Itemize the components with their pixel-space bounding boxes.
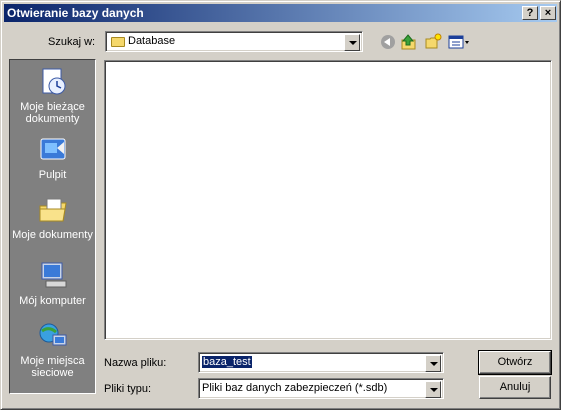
place-my-documents[interactable]: Moje dokumenty <box>10 194 95 241</box>
my-computer-icon <box>37 260 69 292</box>
place-recent-documents[interactable]: Moje bieżące dokumenty <box>10 66 95 125</box>
look-in-value: Database <box>128 35 176 47</box>
place-my-computer[interactable]: Mój komputer <box>10 260 95 307</box>
chevron-down-icon[interactable] <box>425 381 441 398</box>
network-places-icon <box>37 320 69 352</box>
folder-icon <box>111 37 125 47</box>
views-menu-icon[interactable] <box>448 33 470 51</box>
help-button[interactable]: ? <box>522 6 538 20</box>
up-folder-icon[interactable] <box>400 33 418 51</box>
back-icon[interactable] <box>379 33 397 51</box>
look-in-combo[interactable]: Database <box>105 31 363 52</box>
chevron-down-icon[interactable] <box>425 355 441 372</box>
places-bar: Moje bieżące dokumenty Pulpit Moje dokum… <box>9 59 96 394</box>
recent-documents-icon <box>37 66 69 98</box>
new-folder-icon[interactable] <box>424 33 442 51</box>
look-in-label: Szukaj w: <box>48 36 96 48</box>
chevron-down-icon[interactable] <box>344 34 360 51</box>
open-database-dialog: Otwieranie bazy danych ? × Szukaj w: Dat… <box>0 0 561 410</box>
cancel-button[interactable]: Anuluj <box>479 376 551 399</box>
file-name-combo[interactable]: baza_test <box>198 352 444 373</box>
place-label: Mój komputer <box>19 295 86 307</box>
place-desktop[interactable]: Pulpit <box>10 134 95 181</box>
place-network[interactable]: Moje miejsca sieciowe <box>10 320 95 379</box>
file-name-label: Nazwa pliku: <box>104 357 167 369</box>
place-label: Moje dokumenty <box>12 229 93 241</box>
desktop-icon <box>37 134 69 166</box>
file-name-value: baza_test <box>202 356 252 368</box>
file-type-label: Pliki typu: <box>104 383 152 395</box>
file-list-view[interactable] <box>104 60 552 340</box>
file-type-combo[interactable]: Pliki baz danych zabezpieczeń (*.sdb) <box>198 378 444 399</box>
open-button[interactable]: Otwórz <box>478 350 552 375</box>
my-documents-icon <box>37 194 69 226</box>
close-button[interactable]: × <box>540 6 556 20</box>
place-label: Pulpit <box>38 169 67 181</box>
place-label: Moje miejsca sieciowe <box>20 355 85 379</box>
window-title: Otwieranie bazy danych <box>7 6 144 20</box>
title-bar[interactable]: Otwieranie bazy danych ? × <box>4 4 557 22</box>
file-type-value: Pliki baz danych zabezpieczeń (*.sdb) <box>202 382 388 394</box>
place-label: Moje bieżące dokumenty <box>20 101 85 125</box>
